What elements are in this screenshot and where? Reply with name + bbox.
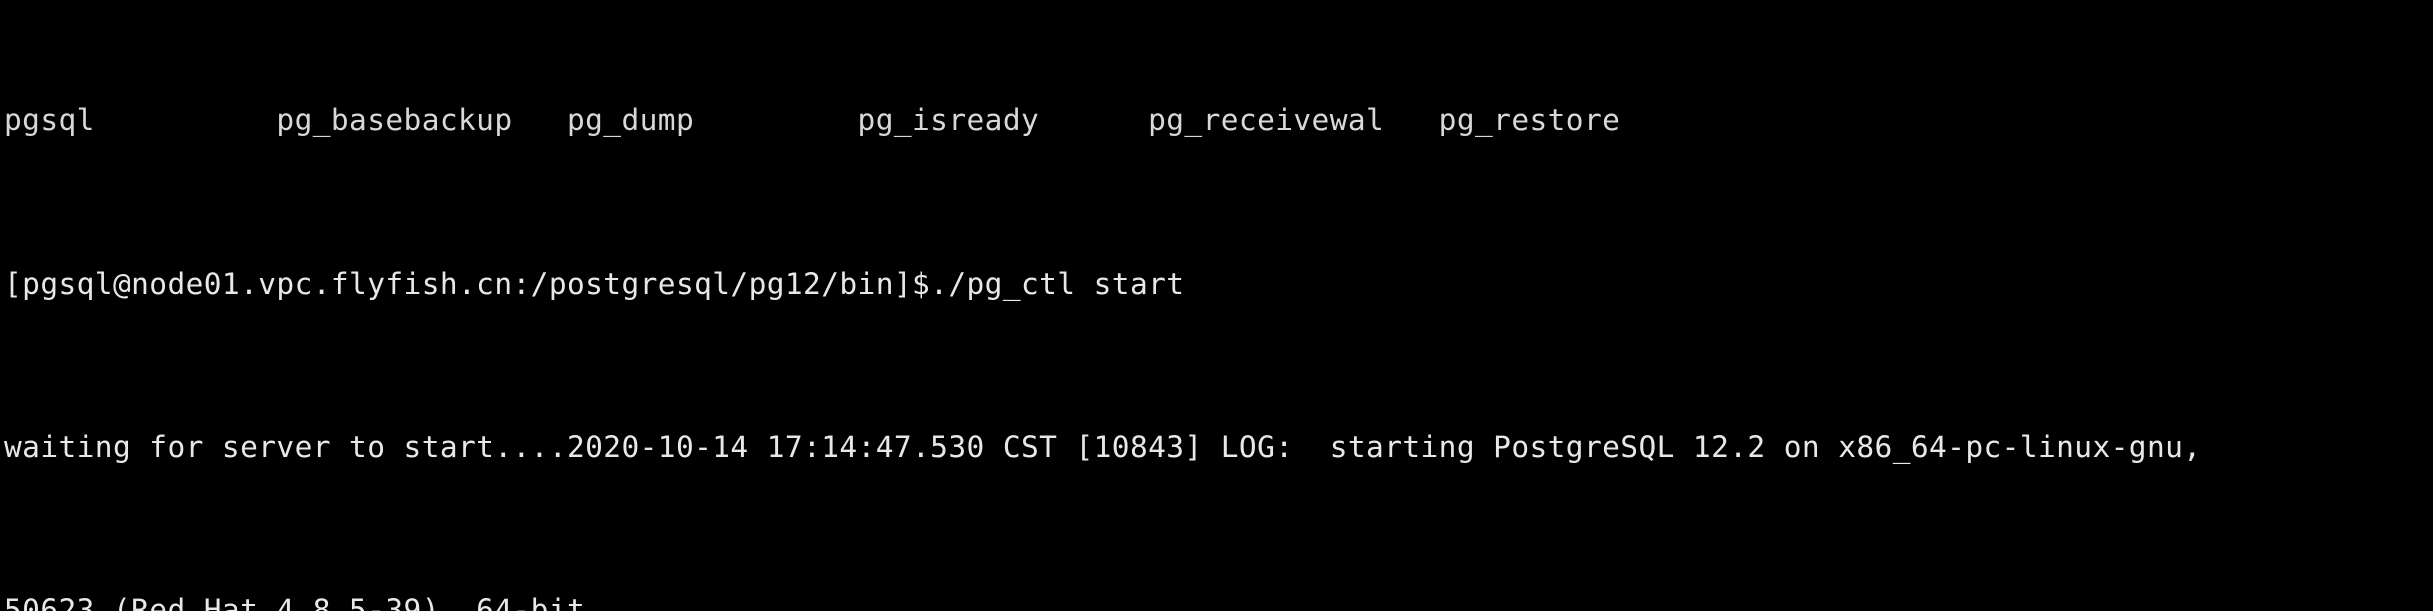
terminal-line-command: [pgsql@node01.vpc.flyfish.cn:/postgresql… (4, 266, 1185, 301)
terminal-line-output: 50623 (Red Hat 4.8.5-39), 64-bit (4, 592, 586, 611)
terminal-screen[interactable]: pgsql pg_basebackup pg_dump pg_isready p… (4, 0, 2429, 611)
terminal-line-scrollback-partial: pgsql pg_basebackup pg_dump pg_isready p… (4, 103, 1621, 138)
terminal-line-output: waiting for server to start....2020-10-1… (4, 429, 2202, 464)
terminal-window[interactable]: pgsql pg_basebackup pg_dump pg_isready p… (0, 0, 2433, 611)
